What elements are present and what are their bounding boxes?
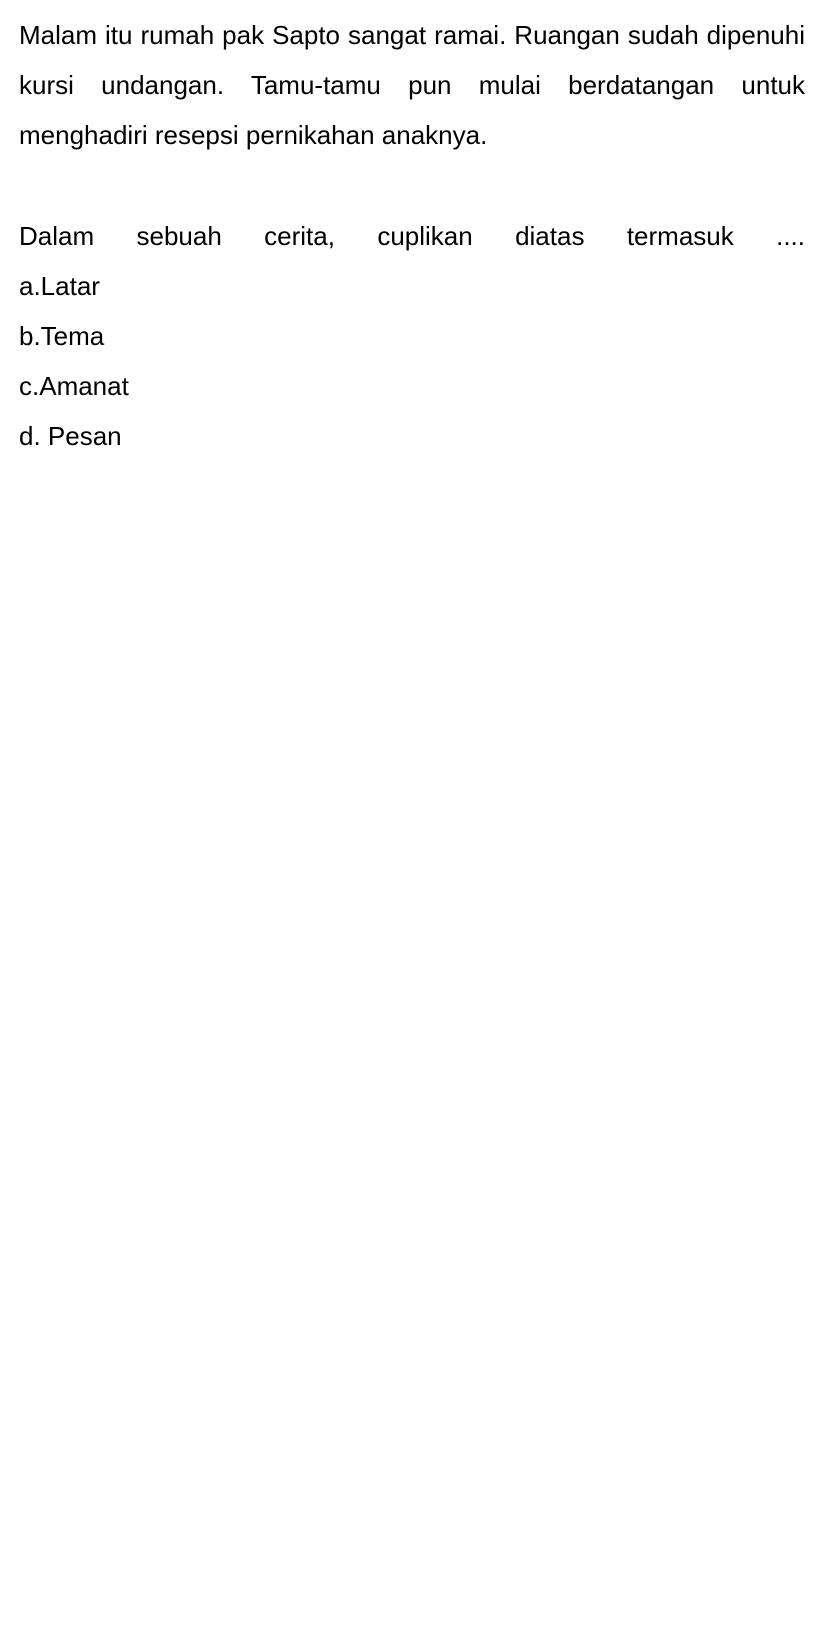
question-text: Dalam sebuah cerita, cuplikan diatas ter…	[19, 221, 805, 251]
story-passage: Malam itu rumah pak Sapto sangat ramai. …	[19, 20, 805, 150]
option-a: a.Latar	[19, 271, 100, 301]
option-c: c.Amanat	[19, 371, 129, 401]
document-page: Malam itu rumah pak Sapto sangat ramai. …	[19, 10, 805, 461]
option-b: b.Tema	[19, 321, 105, 351]
option-d: d. Pesan	[19, 421, 122, 451]
answer-options: a.Latar b.Tema c.Amanat d. Pesan	[19, 261, 805, 461]
